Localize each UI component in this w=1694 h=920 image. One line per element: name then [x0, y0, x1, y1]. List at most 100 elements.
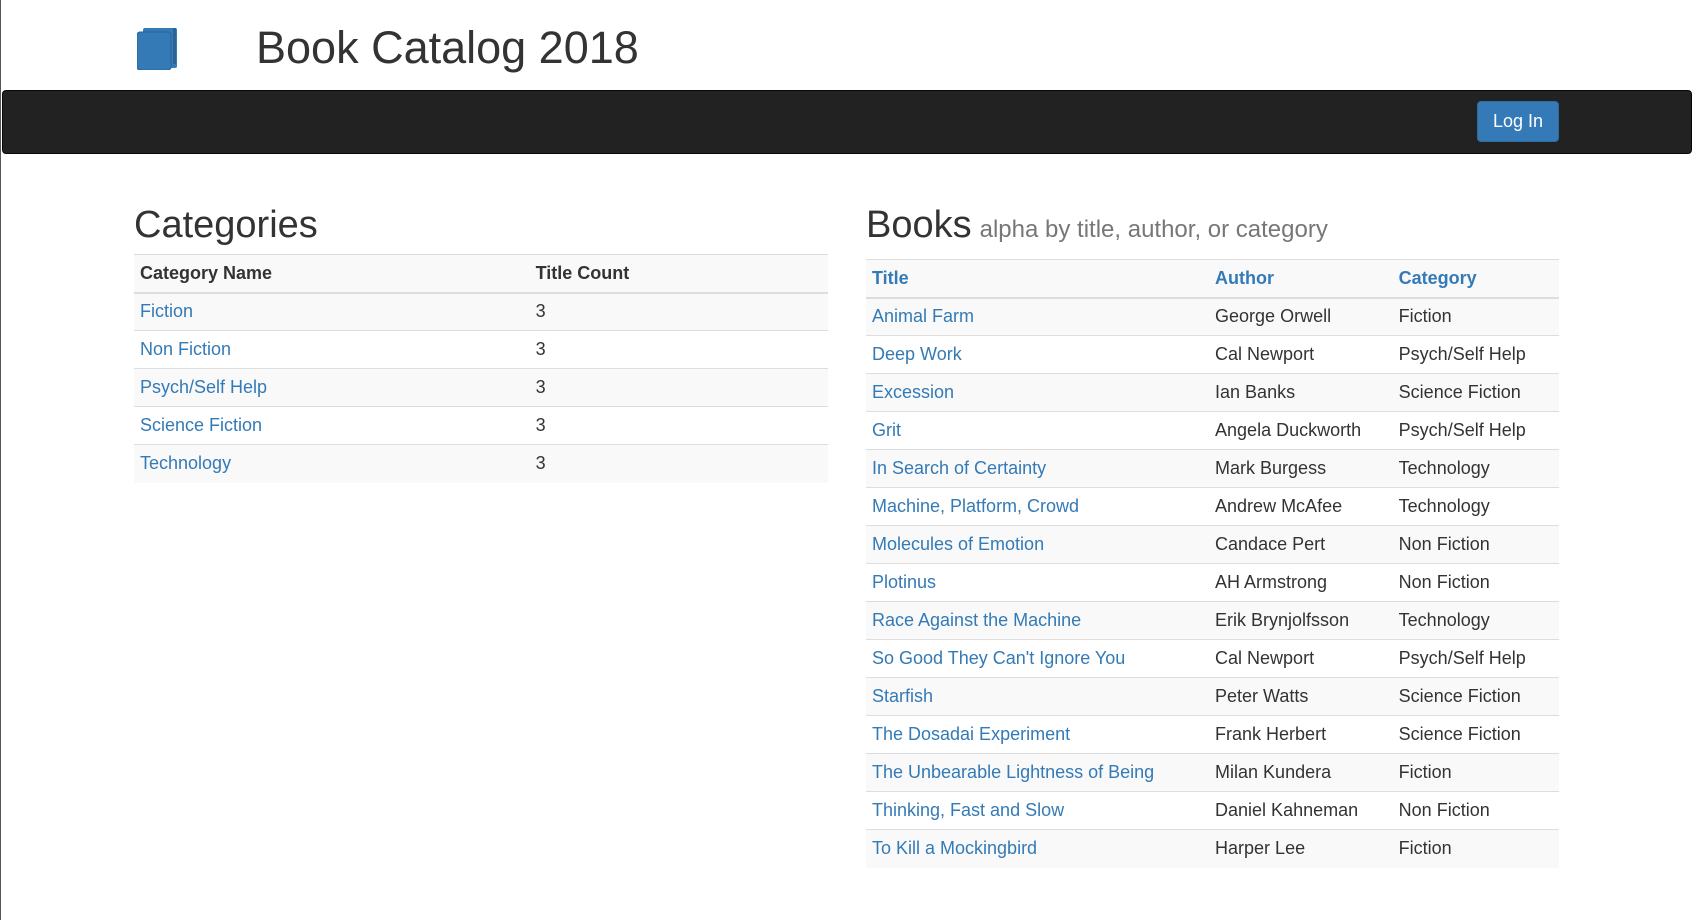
column-header-author: Author: [1209, 259, 1393, 299]
book-icon: [137, 28, 177, 70]
categories-section: Categories Category Name Title Count Fic…: [134, 196, 828, 483]
category-cell: Technology: [134, 444, 530, 483]
table-row: Race Against the Machine Erik Brynjolfsso…: [866, 601, 1559, 640]
author-cell: Daniel Kahneman: [1209, 791, 1393, 830]
book-title-link[interactable]: So Good They Can't Ignore You: [872, 648, 1125, 668]
table-row: Molecules of Emotion Candace Pert Non Fict…: [866, 525, 1559, 564]
book-title-link[interactable]: Plotinus: [872, 572, 936, 592]
book-title-link[interactable]: Excession: [872, 382, 954, 402]
category-cell: Technology: [1392, 449, 1559, 488]
login-button[interactable]: Log In: [1477, 101, 1559, 142]
category-cell: Science Fiction: [134, 406, 530, 445]
category-cell: Psych/Self Help: [134, 368, 530, 407]
author-cell: Cal Newport: [1209, 639, 1393, 678]
author-cell: Candace Pert: [1209, 525, 1393, 564]
category-cell: Psych/Self Help: [1392, 639, 1559, 678]
book-title-link[interactable]: Grit: [872, 420, 901, 440]
book-title-link[interactable]: In Search of Certainty: [872, 458, 1046, 478]
table-row: Technology 3: [134, 444, 828, 483]
sort-by-author-link[interactable]: Author: [1215, 268, 1274, 288]
category-cell: Science Fiction: [1392, 715, 1559, 754]
sort-by-category-link[interactable]: Category: [1399, 268, 1477, 288]
title-cell: Starfish: [866, 677, 1210, 716]
title-cell: Animal Farm: [866, 297, 1210, 336]
categories-header-row: Category Name Title Count: [134, 254, 828, 294]
navbar: Log In: [2, 90, 1692, 154]
title-cell: Machine, Platform, Crowd: [866, 487, 1210, 526]
category-cell: Fiction: [1392, 753, 1559, 792]
category-cell: Non Fiction: [1392, 791, 1559, 830]
category-cell: Technology: [1392, 601, 1559, 640]
book-title-link[interactable]: The Unbearable Lightness of Being: [872, 762, 1154, 782]
title-cell: In Search of Certainty: [866, 449, 1210, 488]
author-cell: AH Armstrong: [1209, 563, 1393, 602]
categories-table: Category Name Title Count Fiction 3 Non Fi…: [134, 254, 828, 483]
category-link[interactable]: Technology: [140, 453, 231, 473]
header: Book Catalog 2018: [1, 0, 1694, 90]
author-cell: Cal Newport: [1209, 335, 1393, 374]
title-cell: Thinking, Fast and Slow: [866, 791, 1210, 830]
author-cell: Peter Watts: [1209, 677, 1393, 716]
table-row: To Kill a Mockingbird Harper Lee Fiction: [866, 829, 1559, 868]
author-cell: Andrew McAfee: [1209, 487, 1393, 526]
table-row: So Good They Can't Ignore You Cal Newport…: [866, 639, 1559, 678]
book-title-link[interactable]: Animal Farm: [872, 306, 974, 326]
book-title-link[interactable]: Thinking, Fast and Slow: [872, 800, 1064, 820]
title-count-cell: 3: [529, 330, 828, 369]
table-row: Non Fiction 3: [134, 330, 828, 369]
author-cell: Frank Herbert: [1209, 715, 1393, 754]
title-cell: The Unbearable Lightness of Being: [866, 753, 1210, 792]
category-cell: Psych/Self Help: [1392, 335, 1559, 374]
title-cell: Deep Work: [866, 335, 1210, 374]
category-cell: Science Fiction: [1392, 677, 1559, 716]
author-cell: George Orwell: [1209, 297, 1393, 336]
category-link[interactable]: Science Fiction: [140, 415, 262, 435]
category-link[interactable]: Psych/Self Help: [140, 377, 267, 397]
title-cell: Race Against the Machine: [866, 601, 1210, 640]
book-title-link[interactable]: Deep Work: [872, 344, 962, 364]
column-header-title-count: Title Count: [529, 254, 828, 294]
categories-heading: Categories: [134, 204, 318, 246]
table-row: The Unbearable Lightness of Being Milan K…: [866, 753, 1559, 792]
book-title-link[interactable]: Machine, Platform, Crowd: [872, 496, 1079, 516]
books-section: Books alpha by title, author, or category…: [866, 196, 1559, 868]
book-title-link[interactable]: Molecules of Emotion: [872, 534, 1044, 554]
author-cell: Harper Lee: [1209, 829, 1393, 868]
table-row: In Search of Certainty Mark Burgess Techno…: [866, 449, 1559, 488]
table-row: Thinking, Fast and Slow Daniel Kahneman No…: [866, 791, 1559, 830]
page: Book Catalog 2018 Log In Categories Cate…: [0, 0, 1694, 920]
books-heading: Books alpha by title, author, or category: [866, 196, 1559, 259]
table-row: Grit Angela Duckworth Psych/Self Help: [866, 411, 1559, 450]
books-subtitle: alpha by title, author, or category: [979, 216, 1328, 243]
column-header-category: Category: [1392, 259, 1559, 299]
book-title-link[interactable]: To Kill a Mockingbird: [872, 838, 1037, 858]
title-count-cell: 3: [529, 368, 828, 407]
category-cell: Fiction: [1392, 829, 1559, 868]
table-row: Psych/Self Help 3: [134, 368, 828, 407]
table-row: Starfish Peter Watts Science Fiction: [866, 677, 1559, 716]
books-table: Title Author Category Animal Farm George …: [866, 259, 1559, 868]
category-cell: Non Fiction: [1392, 563, 1559, 602]
title-cell: The Dosadai Experiment: [866, 715, 1210, 754]
title-cell: To Kill a Mockingbird: [866, 829, 1210, 868]
author-cell: Erik Brynjolfsson: [1209, 601, 1393, 640]
title-cell: Plotinus: [866, 563, 1210, 602]
column-header-category-name: Category Name: [134, 254, 530, 294]
table-row: The Dosadai Experiment Frank Herbert Scien…: [866, 715, 1559, 754]
books-header-row: Title Author Category: [866, 259, 1559, 299]
table-row: Machine, Platform, Crowd Andrew McAfee Tec…: [866, 487, 1559, 526]
category-link[interactable]: Fiction: [140, 301, 193, 321]
table-row: Excession Ian Banks Science Fiction: [866, 373, 1559, 412]
table-row: Science Fiction 3: [134, 406, 828, 445]
category-link[interactable]: Non Fiction: [140, 339, 231, 359]
title-cell: Excession: [866, 373, 1210, 412]
book-title-link[interactable]: Starfish: [872, 686, 933, 706]
sort-by-title-link[interactable]: Title: [872, 268, 909, 288]
table-row: Plotinus AH Armstrong Non Fiction: [866, 563, 1559, 602]
category-cell: Fiction: [1392, 297, 1559, 336]
title-cell: Grit: [866, 411, 1210, 450]
book-title-link[interactable]: The Dosadai Experiment: [872, 724, 1070, 744]
author-cell: Angela Duckworth: [1209, 411, 1393, 450]
book-title-link[interactable]: Race Against the Machine: [872, 610, 1081, 630]
category-cell: Science Fiction: [1392, 373, 1559, 412]
